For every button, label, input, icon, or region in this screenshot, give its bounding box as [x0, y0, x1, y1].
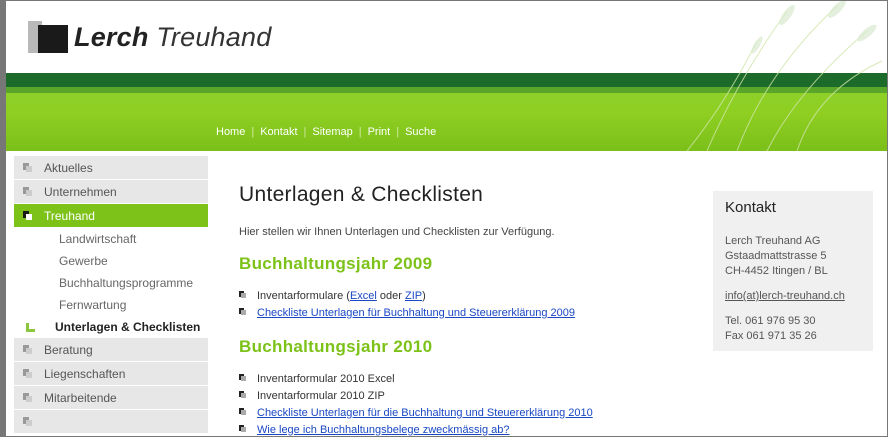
- section-title-2010: Buchhaltungsjahr 2010: [239, 337, 433, 356]
- bullet-icon: [23, 211, 32, 220]
- wheat-field-image: [686, 1, 883, 151]
- main-content: Unterlagen & Checklisten Hier stellen wi…: [239, 183, 689, 436]
- sidebar-subitem-fernwartung[interactable]: Fernwartung: [14, 294, 208, 316]
- sidebar-subitem-landwirtschaft[interactable]: Landwirtschaft: [14, 228, 208, 250]
- list-item: Inventarformular 2010 ZIP: [239, 387, 689, 404]
- list-item: Wie lege ich Buchhaltungsbelege zweckmäs…: [239, 421, 689, 436]
- contact-city: CH-4452 Itingen / BL: [725, 265, 828, 277]
- bullet-icon: [239, 291, 248, 300]
- sidebar-item-beratung[interactable]: Beratung: [14, 338, 208, 362]
- list-2009: Inventarformulare (Excel oder ZIP) Check…: [239, 287, 689, 321]
- bullet-icon: [23, 163, 32, 172]
- item-text: Inventarformulare (Excel oder ZIP): [257, 289, 426, 302]
- bullet-icon: [239, 425, 248, 434]
- logo-name-bold: Lerch: [74, 21, 149, 52]
- sidebar-item-mitarbeitende[interactable]: Mitarbeitende: [14, 386, 208, 410]
- excel-link[interactable]: Excel: [350, 290, 377, 302]
- bullet-icon: [239, 374, 248, 383]
- topnav-sitemap[interactable]: Sitemap: [306, 126, 358, 138]
- sidebar-item-cutoff[interactable]: [14, 410, 208, 434]
- logo-text: Lerch Treuhand: [74, 22, 271, 53]
- bullet-icon: [23, 345, 32, 354]
- list-item: Inventarformular 2010 Excel: [239, 370, 689, 387]
- sidebar-subitem-label: Unterlagen & Checklisten: [55, 320, 201, 334]
- sidebar-item-label: Aktuelles: [44, 160, 93, 175]
- bullet-icon: [23, 393, 32, 402]
- list-item: Checkliste Unterlagen für die Buchhaltun…: [239, 404, 689, 421]
- contact-email-link[interactable]: info(at)lerch-treuhand.ch: [725, 289, 861, 304]
- list-2010: Inventarformular 2010 Excel Inventarform…: [239, 370, 689, 436]
- sidebar-item-label: Unternehmen: [44, 184, 117, 199]
- list-item: Inventarformulare (Excel oder ZIP): [239, 287, 689, 304]
- bullet-icon: [23, 369, 32, 378]
- item-text: Inventarformular 2010 ZIP: [257, 389, 385, 402]
- contact-phone: Tel. 061 976 95 30: [725, 315, 816, 327]
- sidebar-item-label: Mitarbeitende: [44, 390, 117, 405]
- sidebar-subitem-unterlagen-checklisten[interactable]: Unterlagen & Checklisten: [14, 316, 208, 338]
- sidebar-navigation: Aktuelles Unternehmen Treuhand Landwirts…: [14, 156, 208, 434]
- contact-box: Kontakt Lerch Treuhand AG Gstaadmattstra…: [713, 191, 873, 351]
- bullet-icon: [239, 391, 248, 400]
- sidebar-item-label: Liegenschaften: [44, 366, 126, 381]
- topnav-print[interactable]: Print: [362, 126, 397, 138]
- checklist-2009-link[interactable]: Checkliste Unterlagen für Buchhaltung un…: [257, 307, 575, 319]
- topnav-suche[interactable]: Suche: [399, 126, 442, 138]
- bullet-icon: [239, 308, 248, 317]
- contact-title: Kontakt: [725, 199, 776, 216]
- sidebar-item-aktuelles[interactable]: Aktuelles: [14, 156, 208, 180]
- page-title: Unterlagen & Checklisten: [239, 183, 484, 206]
- sidebar-item-label: Beratung: [44, 342, 93, 357]
- contact-street: Gstaadmattstrasse 5: [725, 250, 827, 262]
- bullet-icon: [23, 187, 32, 196]
- logo-mark-icon: [28, 21, 68, 53]
- bullet-icon: [23, 417, 32, 426]
- browser-page: Lerch Treuhand Home | Kontakt | Sitemap | P…: [0, 0, 888, 437]
- sidebar-subitem-gewerbe[interactable]: Gewerbe: [14, 250, 208, 272]
- zip-link[interactable]: ZIP: [405, 290, 422, 302]
- bullet-icon: [239, 408, 248, 417]
- sidebar-subitem-buchhaltungsprogramme[interactable]: Buchhaltungsprogramme: [14, 272, 208, 294]
- contact-fax: Fax 061 971 35 26: [725, 330, 817, 342]
- belege-guide-link[interactable]: Wie lege ich Buchhaltungsbelege zweckmäs…: [257, 424, 510, 436]
- site-logo[interactable]: Lerch Treuhand: [28, 21, 271, 53]
- topnav-kontakt[interactable]: Kontakt: [254, 126, 303, 138]
- top-navigation: Home | Kontakt | Sitemap | Print | Suche: [210, 126, 442, 138]
- list-item: Checkliste Unterlagen für Buchhaltung un…: [239, 304, 689, 321]
- sidebar-item-unternehmen[interactable]: Unternehmen: [14, 180, 208, 204]
- item-text: Inventarformular 2010 Excel: [257, 372, 395, 385]
- logo-name-light: Treuhand: [156, 21, 272, 52]
- contact-company: Lerch Treuhand AG: [725, 235, 821, 247]
- section-title-2009: Buchhaltungsjahr 2009: [239, 254, 433, 273]
- checklist-2010-link[interactable]: Checkliste Unterlagen für die Buchhaltun…: [257, 407, 593, 419]
- sidebar-item-treuhand[interactable]: Treuhand: [14, 204, 208, 228]
- sidebar-item-liegenschaften[interactable]: Liegenschaften: [14, 362, 208, 386]
- current-page-marker-icon: [26, 322, 35, 332]
- intro-text: Hier stellen wir Ihnen Unterlagen und Ch…: [239, 226, 555, 238]
- topnav-home[interactable]: Home: [210, 126, 251, 138]
- sidebar-item-label: Treuhand: [44, 208, 95, 223]
